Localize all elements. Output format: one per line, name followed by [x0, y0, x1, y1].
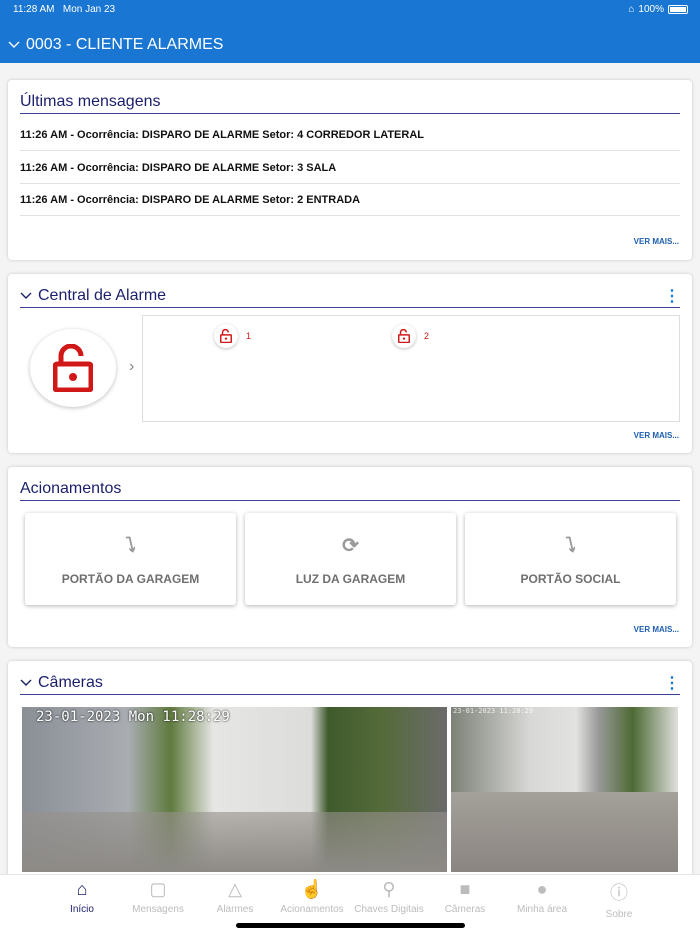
tab-label: Acionamentos	[280, 904, 344, 915]
cameras-title: Câmeras	[38, 673, 103, 691]
actions-more-link[interactable]: VER MAIS...	[634, 625, 679, 634]
tab-acionamentos[interactable]: ☝ Acionamentos	[273, 879, 351, 915]
zone-item[interactable]: 1	[214, 324, 251, 348]
action-button-portao-social[interactable]: ⭝ PORTÃO SOCIAL	[465, 513, 676, 605]
info-icon: ⓘ	[610, 883, 628, 903]
zone-label: 1	[246, 331, 252, 341]
more-options-icon[interactable]: ⋮	[664, 286, 680, 306]
tab-label: Mensagens	[132, 904, 184, 915]
tab-label: Início	[70, 904, 94, 915]
unlock-icon	[398, 329, 410, 343]
alarm-title: Central de Alarme	[38, 286, 167, 304]
video-camera-icon: ■	[459, 879, 471, 899]
home-indicator[interactable]	[236, 923, 465, 928]
messages-more-link[interactable]: VER MAIS...	[634, 237, 679, 246]
home-icon: ⌂	[76, 879, 88, 899]
refresh-icon: ⟳	[342, 534, 359, 557]
bell-icon: △	[228, 879, 242, 899]
tab-label: Alarmes	[216, 904, 254, 915]
zone-item[interactable]: 2	[392, 324, 429, 348]
alarm-more-link[interactable]: VER MAIS...	[634, 431, 679, 440]
tab-label: Chaves Digitais	[354, 904, 424, 915]
messages-card: Últimas mensagens 11:26 AM - Ocorrência:…	[8, 80, 692, 260]
message-item[interactable]: 11:26 AM - Ocorrência: DISPARO DE ALARME…	[20, 152, 680, 184]
unlock-icon	[53, 344, 93, 392]
chevron-down-icon[interactable]	[20, 679, 32, 687]
wifi-icon: ⌂	[628, 4, 635, 15]
action-button-luz-garagem[interactable]: ⟳ LUZ DA GARAGEM	[245, 513, 456, 605]
alarm-card: Central de Alarme ⋮ › 1 2 VER MAIS...	[8, 274, 692, 453]
actions-card: Acionamentos ⭝ PORTÃO DA GARAGEM ⟳ LUZ DA …	[8, 467, 692, 647]
camera-feed-2[interactable]: 23-01-2023 11:28:29	[451, 707, 678, 872]
tab-label: Minha área	[516, 904, 568, 915]
tab-sobre[interactable]: ⓘ Sobre	[580, 879, 658, 920]
actions-title: Acionamentos	[20, 479, 122, 497]
battery-level: 100%	[638, 4, 664, 15]
action-button-portao-garagem[interactable]: ⭝ PORTÃO DA GARAGEM	[25, 513, 236, 605]
status-date: Mon Jan 23	[62, 4, 116, 15]
tab-cameras[interactable]: ■ Câmeras	[426, 879, 504, 915]
camera-feed-1[interactable]: 23-01-2023 Mon 11:28:29	[22, 707, 447, 872]
alarm-arm-button[interactable]	[30, 329, 116, 407]
tab-mensagens[interactable]: ▢ Mensagens	[119, 879, 197, 915]
cameras-card: Câmeras ⋮ 23-01-2023 Mon 11:28:29 23-01-…	[8, 661, 692, 881]
chevron-right-icon[interactable]: ›	[129, 358, 134, 376]
chevron-down-icon	[8, 41, 20, 48]
tab-label: Sobre	[605, 909, 633, 920]
action-label: LUZ DA GARAGEM	[295, 571, 406, 586]
tab-label: Câmeras	[444, 904, 486, 915]
battery-icon	[668, 5, 688, 14]
chat-bubble-icon: ▢	[149, 879, 167, 899]
tab-minha-area[interactable]: ● Minha área	[503, 879, 581, 915]
app-header: 11:28 AM Mon Jan 23 ⌂ 100% 0003 - CLIENTE…	[0, 0, 700, 63]
tab-chaves-digitais[interactable]: ⚲ Chaves Digitais	[350, 879, 428, 915]
camera-timestamp: 23-01-2023 Mon 11:28:29	[36, 709, 230, 725]
tab-inicio[interactable]: ⌂ Início	[43, 879, 121, 915]
key-icon: ⚲	[382, 879, 396, 899]
action-label: PORTÃO SOCIAL	[520, 571, 621, 586]
chevron-down-icon[interactable]	[20, 292, 32, 300]
zone-label: 2	[424, 331, 430, 341]
tab-alarmes[interactable]: △ Alarmes	[196, 879, 274, 915]
action-label: PORTÃO DA GARAGEM	[61, 571, 200, 586]
message-item[interactable]: 11:26 AM - Ocorrência: DISPARO DE ALARME…	[20, 184, 680, 216]
messages-title: Últimas mensagens	[20, 92, 161, 110]
user-circle-icon: ●	[536, 879, 548, 899]
bolt-icon: ⭝	[565, 534, 576, 557]
client-selector[interactable]: 0003 - CLIENTE ALARMES	[8, 36, 223, 54]
bolt-icon: ⭝	[125, 534, 136, 557]
status-bar: 11:28 AM Mon Jan 23 ⌂ 100%	[13, 4, 688, 15]
status-time: 11:28 AM	[13, 4, 55, 15]
client-title: 0003 - CLIENTE ALARMES	[26, 36, 224, 53]
zones-panel: 1 2	[142, 315, 680, 422]
camera-timestamp: 23-01-2023 11:28:29	[453, 707, 534, 715]
more-options-icon[interactable]: ⋮	[664, 673, 680, 693]
hand-pointer-icon: ☝	[300, 879, 324, 899]
unlock-icon	[220, 329, 232, 343]
message-item[interactable]: 11:26 AM - Ocorrência: DISPARO DE ALARME…	[20, 119, 680, 151]
